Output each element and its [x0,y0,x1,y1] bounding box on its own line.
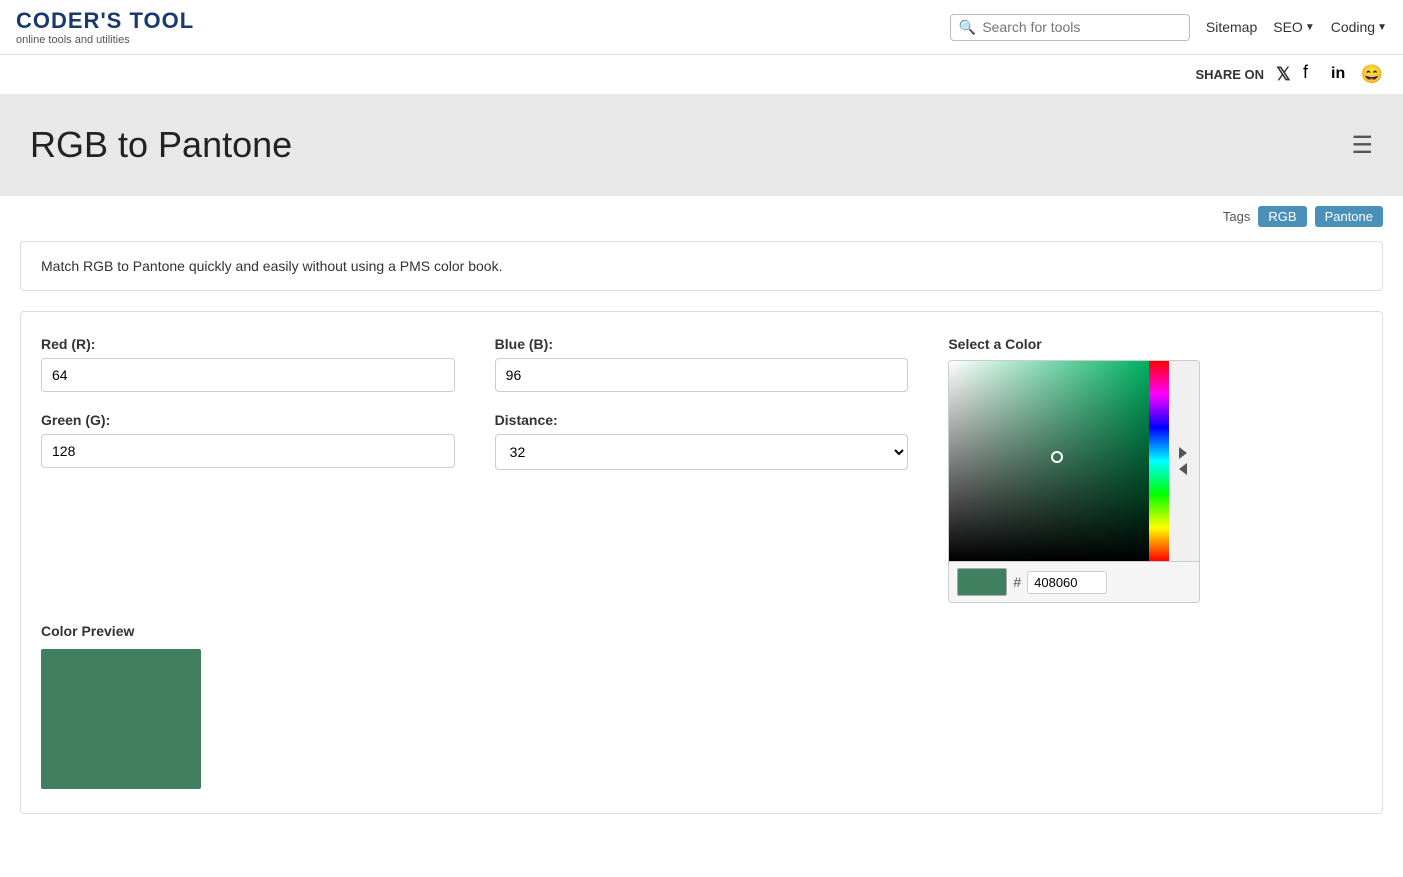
hex-input[interactable] [1027,571,1107,594]
tag-rgb[interactable]: RGB [1258,206,1306,227]
share-label: SHARE ON [1195,67,1264,82]
blue-input[interactable] [495,358,909,392]
red-input[interactable] [41,358,455,392]
description-text: Match RGB to Pantone quickly and easily … [41,258,502,274]
search-icon: 🔍 [959,19,976,36]
color-spectrum[interactable] [1149,361,1169,561]
coding-link[interactable]: Coding ▼ [1331,19,1387,35]
tags-label: Tags [1223,209,1250,224]
color-preview-label: Color Preview [41,623,1362,639]
description-box: Match RGB to Pantone quickly and easily … [20,241,1383,291]
gradient-cursor [1051,451,1063,463]
color-preview-section: Color Preview [41,623,1362,789]
distance-input-group: Distance: 8 16 32 64 128 [495,412,909,470]
red-input-group: Red (R): [41,336,455,392]
distance-select[interactable]: 8 16 32 64 128 [495,434,909,470]
twitter-icon[interactable]: 𝕏 [1276,64,1291,85]
color-picker-section: Select a Color [948,336,1362,603]
green-input-group: Green (G): [41,412,455,468]
svg-text:f: f [1303,63,1309,81]
logo: CODER'S TOOL online tools and utilities [16,8,194,46]
seo-dropdown-arrow: ▼ [1305,22,1315,33]
tool-panel: Red (R): Green (G): Blue (B): Distance: [20,311,1383,814]
reddit-icon[interactable]: 😄 [1361,64,1383,85]
logo-title: CODER'S TOOL [16,8,194,34]
search-input[interactable] [982,19,1181,35]
share-bar: SHARE ON 𝕏 f in 😄 [0,55,1403,94]
spectrum-left-arrow[interactable] [1179,463,1187,475]
page-title: RGB to Pantone [30,124,292,166]
logo-sub: online tools and utilities [16,34,194,46]
sitemap-link[interactable]: Sitemap [1206,19,1257,35]
red-label: Red (R): [41,336,455,352]
blue-input-group: Blue (B): [495,336,909,392]
green-label: Green (G): [41,412,455,428]
spectrum-right-arrow[interactable] [1179,447,1187,459]
color-picker-bottom: # [949,561,1199,602]
page-header: RGB to Pantone ☰ [0,94,1403,196]
blue-label: Blue (B): [495,336,909,352]
color-gradient[interactable] [949,361,1149,561]
main-content: Match RGB to Pantone quickly and easily … [0,231,1403,834]
search-wrap: 🔍 [950,14,1190,41]
hex-hash: # [1013,574,1021,590]
color-swatch [957,568,1007,596]
color-picker-title: Select a Color [948,336,1362,352]
settings-icon[interactable]: ☰ [1351,131,1373,160]
coding-dropdown-arrow: ▼ [1377,22,1387,33]
seo-link[interactable]: SEO ▼ [1273,19,1314,35]
linkedin-icon[interactable]: in [1331,63,1349,86]
distance-label: Distance: [495,412,909,428]
tag-pantone[interactable]: Pantone [1315,206,1383,227]
green-input[interactable] [41,434,455,468]
facebook-icon[interactable]: f [1303,63,1319,86]
color-preview-box [41,649,201,789]
svg-text:in: in [1331,65,1345,81]
tags-row: Tags RGB Pantone [0,196,1403,231]
